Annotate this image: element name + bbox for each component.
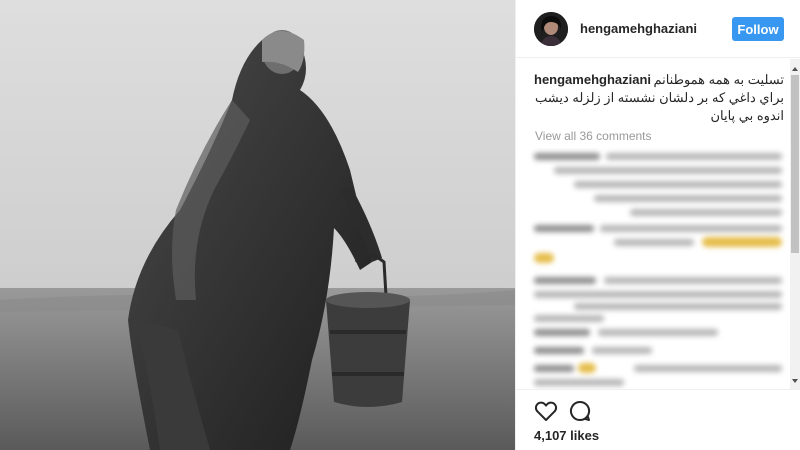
- post-sidebar: hengamehghaziani Follow hengamehghaziani…: [515, 0, 800, 450]
- scroll-up-arrow-icon[interactable]: [792, 67, 798, 71]
- photo-illustration: [0, 0, 515, 450]
- follow-button[interactable]: Follow: [732, 17, 784, 41]
- caption: hengamehghaziani تسليت به همه هموطنانم ب…: [534, 71, 784, 125]
- header-username[interactable]: hengamehghaziani: [580, 21, 697, 36]
- avatar-image: [534, 12, 568, 46]
- post-actions: 4,107 likes: [516, 389, 800, 450]
- comment-icon[interactable]: [568, 399, 592, 423]
- view-all-comments-link[interactable]: View all 36 comments: [535, 129, 652, 143]
- scroll-down-arrow-icon[interactable]: [792, 379, 798, 383]
- scroll-thumb[interactable]: [791, 75, 799, 253]
- caption-username[interactable]: hengamehghaziani: [534, 71, 651, 89]
- likes-count[interactable]: 4,107 likes: [534, 428, 599, 443]
- avatar[interactable]: [534, 12, 568, 46]
- comments-scrollbar[interactable]: [790, 59, 800, 389]
- comments-area: hengamehghaziani تسليت به همه هموطنانم ب…: [516, 59, 800, 389]
- post-header: hengamehghaziani Follow: [516, 0, 800, 58]
- blurred-comments: [534, 151, 782, 387]
- heart-icon[interactable]: [534, 399, 558, 423]
- post-photo[interactable]: [0, 0, 515, 450]
